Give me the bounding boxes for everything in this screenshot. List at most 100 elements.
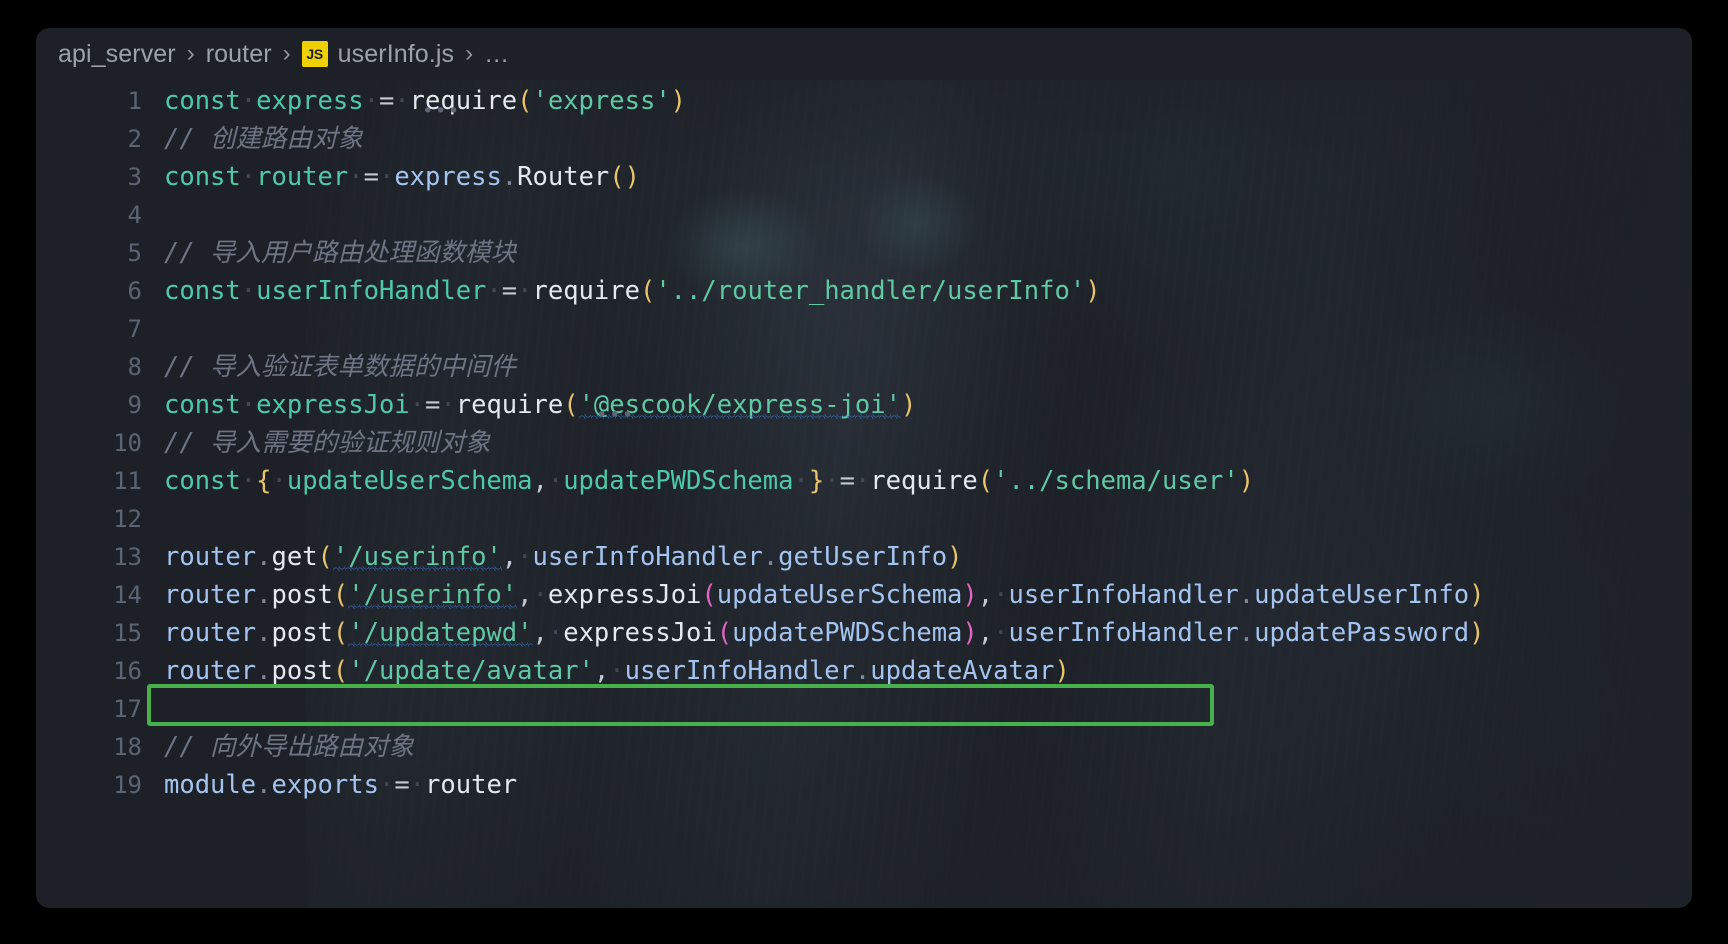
token-bracket: (: [609, 162, 625, 192]
token-bracket: (: [977, 466, 994, 496]
token-method-router: Router: [517, 162, 610, 192]
code-line[interactable]: 13 router.get('/userinfo',userInfoHandle…: [36, 538, 1692, 576]
code-line-content[interactable]: // 导入用户路由处理函数模块: [164, 234, 1692, 272]
token-property-exports: exports: [271, 770, 379, 800]
token-comma: ,: [532, 618, 548, 648]
code-line-content[interactable]: [164, 500, 1692, 538]
token-identifier: userInfoHandler: [256, 276, 487, 306]
code-line[interactable]: 4: [36, 196, 1692, 234]
code-line[interactable]: 9 constexpressJoi=require('@escook/expre…: [36, 386, 1692, 425]
breadcrumb[interactable]: api_server › router › JS userInfo.js › …: [36, 28, 1692, 80]
code-line-content[interactable]: module.exports = router: [164, 766, 1692, 804]
token-function-require: require: [532, 276, 640, 306]
code-line-content[interactable]: router.post('/updatepwd',expressJoi(upda…: [164, 614, 1692, 652]
code-line-highlighted[interactable]: 16 router.post('/update/avatar',userInfo…: [36, 652, 1692, 690]
code-line[interactable]: 15 router.post('/updatepwd',expressJoi(u…: [36, 614, 1692, 652]
code-line[interactable]: 3 const router = express.Router(): [36, 158, 1692, 196]
code-line-content[interactable]: router.post('/update/avatar',userInfoHan…: [164, 652, 1692, 690]
token-comment: // 导入用户路由处理函数模块: [164, 238, 517, 268]
code-line-content[interactable]: const {updateUserSchema, updatePWDSchema} =…: [164, 462, 1692, 500]
token-identifier: router: [256, 162, 349, 192]
line-number: 15: [36, 614, 164, 652]
token-bracket: ): [624, 162, 640, 192]
line-number: 9: [36, 386, 164, 424]
line-number: 16: [36, 652, 164, 690]
token-comma: ,: [532, 466, 548, 496]
line-number: 1: [36, 82, 164, 120]
token-comma: ,: [977, 580, 994, 610]
code-line[interactable]: 19 module.exports = router: [36, 766, 1692, 804]
line-number: 17: [36, 690, 164, 728]
code-line[interactable]: 7: [36, 310, 1692, 348]
line-number: 13: [36, 538, 164, 576]
token-keyword: const: [164, 390, 241, 420]
code-editor-area[interactable]: 1 constexpress=require('express')••• 2 /…: [36, 80, 1692, 908]
token-string: '../router_handler/userInfo': [655, 276, 1086, 306]
token-bracket: ): [947, 542, 963, 572]
code-line-content[interactable]: [164, 196, 1692, 234]
token-dot: .: [256, 580, 272, 610]
code-line[interactable]: 8 // 导入验证表单数据的中间件: [36, 348, 1692, 386]
token-method-post: post: [271, 580, 333, 610]
code-line-content[interactable]: // 向外导出路由对象: [164, 728, 1692, 766]
token-argument: updateUserSchema: [716, 580, 963, 610]
token-operator: =: [363, 162, 379, 192]
code-line[interactable]: 14 router.post('/userinfo',expressJoi(up…: [36, 576, 1692, 614]
code-line-content[interactable]: const userInfoHandler = require('../router_…: [164, 272, 1692, 310]
code-line-content[interactable]: [164, 310, 1692, 348]
code-line-content[interactable]: router.get('/userinfo',userInfoHandler.g…: [164, 538, 1692, 576]
line-number: 6: [36, 272, 164, 310]
code-line-content[interactable]: // 导入验证表单数据的中间件: [164, 348, 1692, 386]
code-line-content[interactable]: [164, 690, 1692, 728]
code-line[interactable]: 2 // 创建路由对象: [36, 120, 1692, 158]
code-lines-container: 1 constexpress=require('express')••• 2 /…: [36, 80, 1692, 804]
code-line-content[interactable]: const router = express.Router(): [164, 158, 1692, 196]
token-bracket: (: [639, 276, 656, 306]
token-bracket: {: [256, 466, 272, 496]
token-bracket: }: [808, 466, 825, 496]
breadcrumb-item-api-server[interactable]: api_server: [58, 41, 176, 67]
token-operator: =: [425, 390, 441, 420]
code-line-content[interactable]: router.post('/userinfo',expressJoi(updat…: [164, 576, 1692, 614]
token-property: updateAvatar: [870, 656, 1055, 686]
code-line[interactable]: 1 constexpress=require('express')•••: [36, 82, 1692, 121]
token-bracket: (: [517, 86, 533, 116]
token-comment: // 创建路由对象: [164, 124, 364, 154]
code-line[interactable]: 10 // 导入需要的验证规则对象: [36, 424, 1692, 462]
token-comma: ,: [593, 656, 610, 686]
token-comma: ,: [517, 580, 533, 610]
code-line[interactable]: 6 const userInfoHandler = require('../route…: [36, 272, 1692, 310]
token-string: 'express': [532, 86, 671, 116]
token-string: '/update/avatar': [348, 656, 594, 686]
code-line[interactable]: 17: [36, 690, 1692, 728]
token-object-router: router: [164, 542, 257, 572]
token-string: '../schema/user': [993, 466, 1239, 496]
token-bracket: ): [1085, 276, 1101, 306]
inlay-hint-dots[interactable]: •••: [422, 102, 461, 121]
code-line[interactable]: 18 // 向外导出路由对象: [36, 728, 1692, 766]
token-operator: =: [394, 770, 410, 800]
breadcrumb-separator: ›: [465, 40, 474, 67]
breadcrumb-separator: ›: [186, 40, 195, 67]
token-object-router: router: [164, 618, 257, 648]
code-line-content[interactable]: constexpressJoi=require('@escook/express…: [164, 386, 1692, 425]
code-line-content[interactable]: constexpress=require('express')•••: [164, 82, 1692, 121]
token-comment: // 向外导出路由对象: [164, 732, 415, 762]
token-bracket: (: [332, 656, 349, 686]
code-line[interactable]: 5 // 导入用户路由处理函数模块: [36, 234, 1692, 272]
code-line-content[interactable]: // 创建路由对象: [164, 120, 1692, 158]
token-dot: .: [256, 618, 272, 648]
inlay-hint-dots[interactable]: •••: [596, 406, 635, 425]
token-string: '/updatepwd': [348, 618, 533, 648]
token-dot: .: [854, 656, 871, 686]
code-line-content[interactable]: // 导入需要的验证规则对象: [164, 424, 1692, 462]
token-identifier: expressJoi: [256, 390, 410, 420]
code-line[interactable]: 11 const {updateUserSchema, updatePWDSchem…: [36, 462, 1692, 500]
breadcrumb-item-userinfo-js[interactable]: userInfo.js: [338, 41, 454, 67]
breadcrumb-item-router[interactable]: router: [206, 41, 272, 67]
code-line[interactable]: 12: [36, 500, 1692, 538]
breadcrumb-overflow-ellipsis[interactable]: …: [484, 41, 509, 67]
token-identifier-router: router: [425, 770, 518, 800]
token-object-router: router: [164, 656, 257, 686]
token-bracket: ): [1469, 580, 1485, 610]
